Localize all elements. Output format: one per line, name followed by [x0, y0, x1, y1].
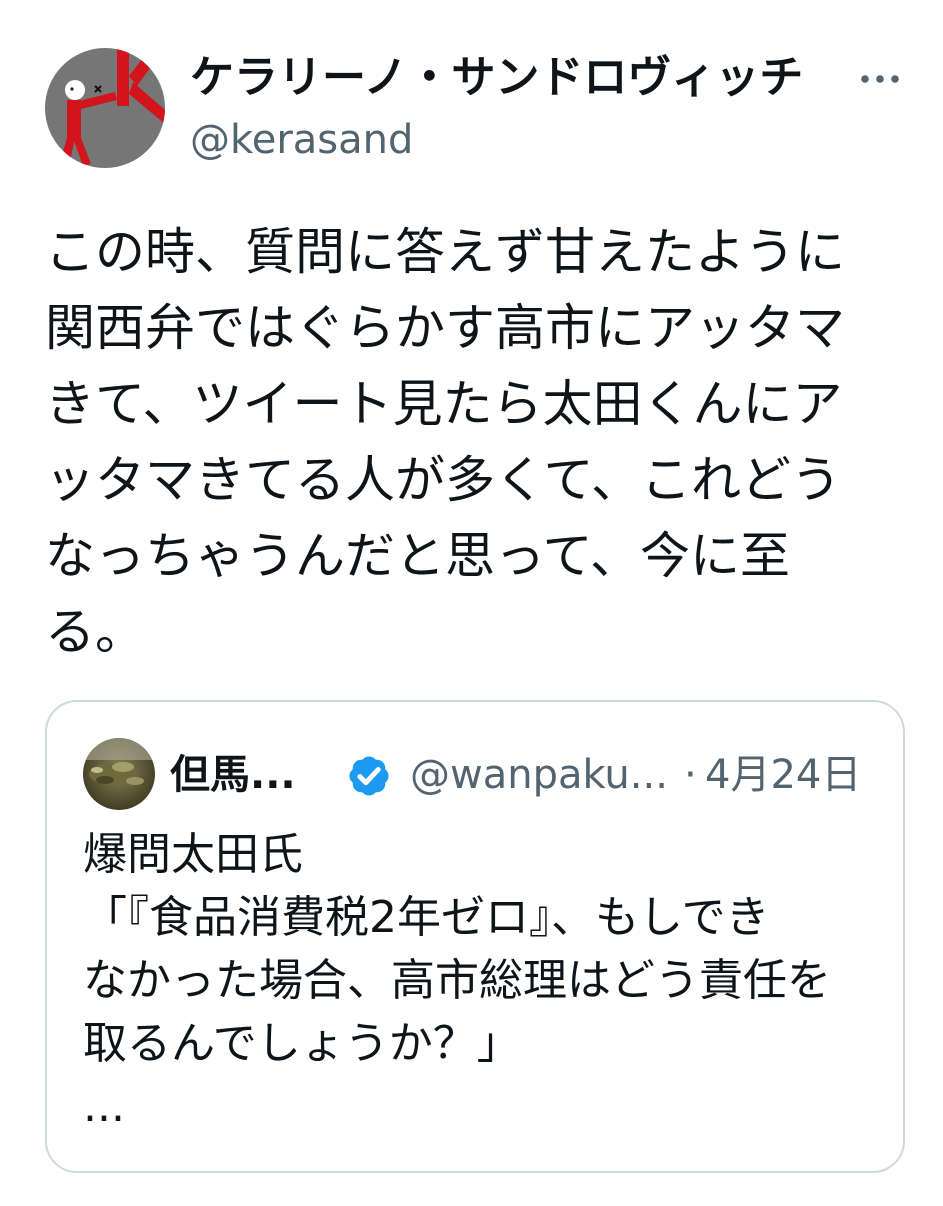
tweet-text-line: この時、質問に答えず甘えたように [45, 223, 845, 281]
quote-text-line: なかった場合、高市総理はどう責任を [83, 955, 831, 1006]
quote-date[interactable]: 4月24日 [705, 750, 861, 800]
quote-author-handle[interactable]: @wanpaku... [410, 750, 668, 800]
quote-author-avatar[interactable] [83, 738, 155, 810]
quoted-tweet-card[interactable]: 但馬... @wanpaku... · 4月24日 爆問太田氏 「『食品消費税2… [45, 700, 905, 1173]
more-options-icon [861, 75, 899, 83]
quote-text-line: 取るんでしょうか？」 [83, 1018, 521, 1069]
quote-text-line: 爆問太田氏 [83, 829, 303, 880]
verified-badge [344, 751, 394, 801]
tweet-text-line: 関西弁ではぐらかす高市にアッタマ [45, 299, 845, 357]
tweet-text-line: ッタマきてる人が多くて、これどう [45, 451, 841, 509]
quote-author-avatar-image [83, 738, 155, 810]
quote-author-name[interactable]: 但馬... [170, 750, 296, 800]
tweet-text-line: なっちゃうんだと思って、今に至 [45, 527, 790, 585]
author-name[interactable]: ケラリーノ・サンドロヴィッチ [190, 50, 803, 106]
more-options-button[interactable] [856, 66, 904, 92]
quote-text: 爆問太田氏 「『食品消費税2年ゼロ』、もしでき なかった場合、高市総理はどう責任… [83, 823, 831, 1138]
tweet-text: この時、質問に答えず甘えたように 関西弁ではぐらかす高市にアッタマ きて、ツイー… [45, 214, 845, 670]
verified-badge-icon [349, 756, 389, 796]
tweet-text-line: る。 [45, 603, 145, 661]
quote-text-line: 「『食品消費税2年ゼロ』、もしでき [83, 892, 770, 943]
quote-text-line: ... [83, 1081, 125, 1132]
tweet-text-line: きて、ツイート見たら太田くんにア [45, 375, 843, 433]
author-avatar[interactable] [45, 48, 165, 168]
author-handle[interactable]: @kerasand [190, 115, 413, 165]
author-avatar-image [45, 48, 165, 168]
separator-dot: · [684, 752, 697, 798]
